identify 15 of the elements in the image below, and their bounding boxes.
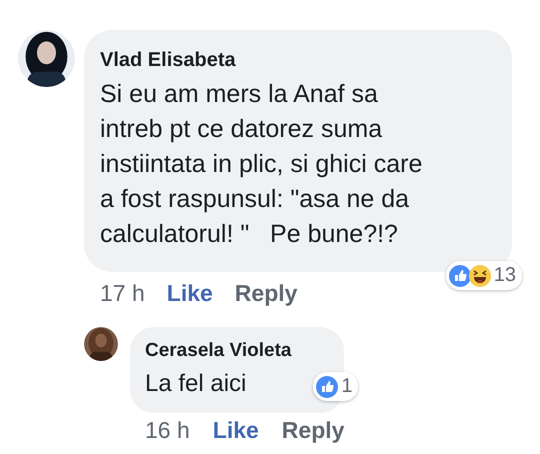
reaction-badge[interactable]: 1 [313, 372, 358, 401]
like-icon [316, 376, 338, 398]
comment-text: La fel aici [145, 369, 248, 399]
laughing-face-icon [468, 264, 491, 286]
author-name[interactable]: Cerasela Violeta [145, 339, 292, 363]
like-link[interactable]: Like [212, 417, 259, 444]
author-name[interactable]: Vlad Elisabeta [100, 48, 494, 72]
like-icon [448, 264, 471, 286]
comment-time: 16 h [145, 417, 190, 444]
reaction-badge[interactable]: 13 [446, 261, 522, 290]
reply-link[interactable]: Reply [282, 417, 344, 444]
reply-link[interactable]: Reply [234, 280, 298, 307]
comment-time: 17 h [100, 280, 145, 307]
like-link[interactable]: Like [166, 280, 213, 307]
comment-text: Si eu am mers la Anaf sa intreb pt ce datorez suma instiintata in plic, si ghici care a fost raspunsul: "asa ne da calculatorul! " Pe bune?!? [100, 79, 424, 250]
